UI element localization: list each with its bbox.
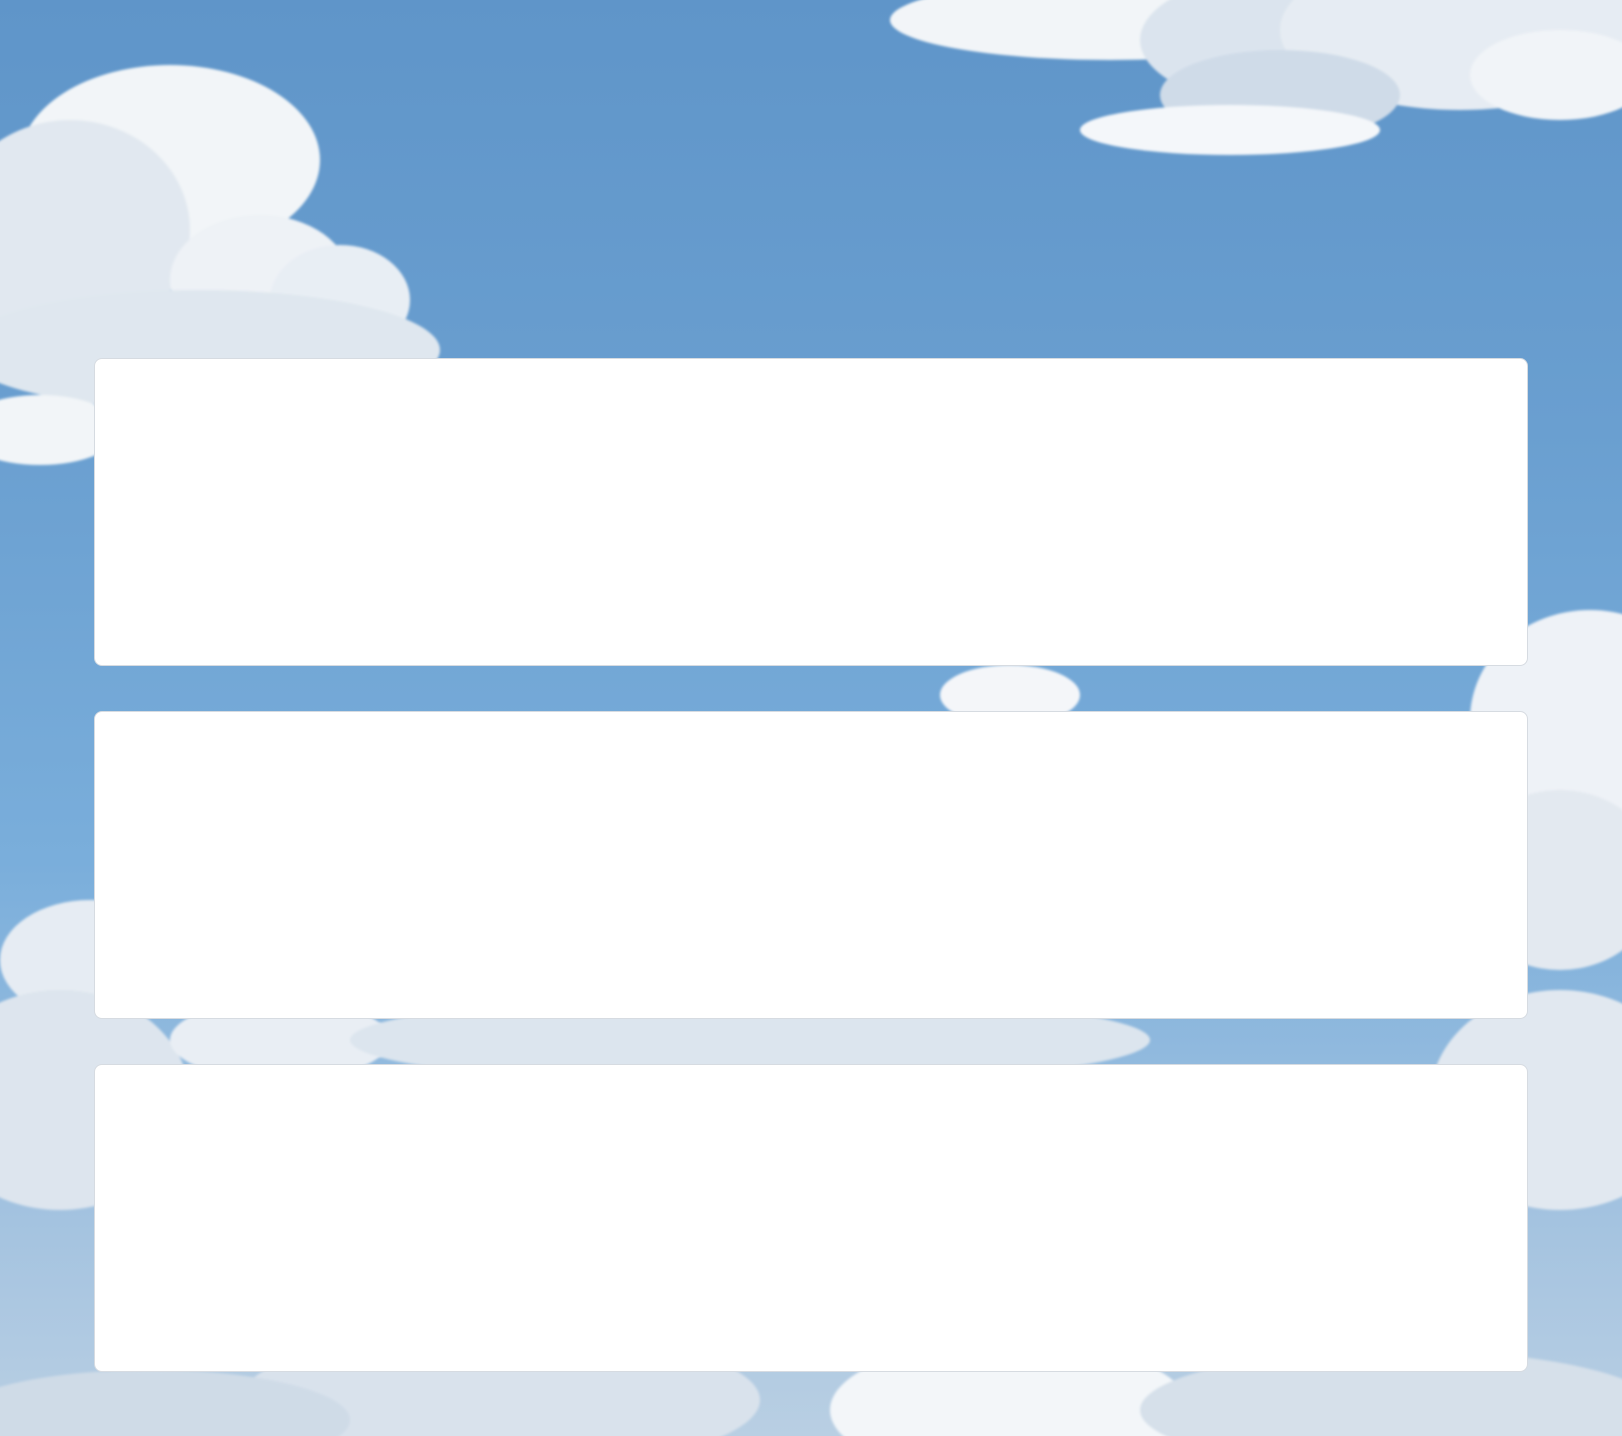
cloud-top-right	[890, 0, 1622, 155]
content-card-3	[94, 1064, 1528, 1372]
page-background	[0, 0, 1622, 1436]
content-card-2	[94, 711, 1528, 1019]
content-card-1	[94, 358, 1528, 666]
